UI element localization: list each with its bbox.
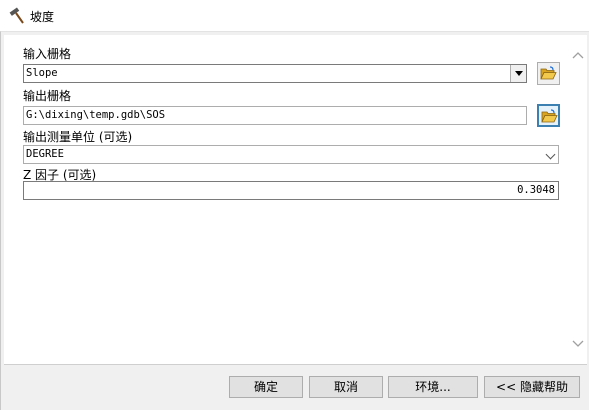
- cancel-button[interactable]: 取消: [309, 376, 383, 398]
- measurement-value: DEGREE: [26, 148, 64, 160]
- open-folder-icon: [540, 66, 557, 80]
- dialog-client: 输入栅格 Slope 输出栅格 G:\dixing\temp.gdb\SOS 输…: [0, 31, 589, 410]
- hammer-icon: [8, 7, 26, 25]
- chevron-up-icon: [572, 52, 584, 59]
- measurement-label: 输出测量单位 (可选): [23, 130, 133, 144]
- measurement-select[interactable]: DEGREE: [23, 145, 559, 164]
- chevron-down-icon: [545, 149, 556, 160]
- input-raster-value: Slope: [26, 67, 58, 79]
- title-bar: 坡度: [0, 0, 589, 31]
- hide-help-button[interactable]: << 隐藏帮助: [484, 376, 580, 398]
- input-raster-label: 输入栅格: [23, 47, 72, 61]
- output-raster-browse-button[interactable]: [537, 104, 560, 127]
- ok-button[interactable]: 确定: [229, 376, 303, 398]
- output-raster-input[interactable]: G:\dixing\temp.gdb\SOS: [23, 106, 527, 125]
- input-raster-combo[interactable]: Slope: [23, 64, 527, 83]
- output-raster-label: 输出栅格: [23, 89, 72, 103]
- input-raster-dropdown-button[interactable]: [510, 65, 526, 82]
- window-title: 坡度: [30, 10, 55, 24]
- open-folder-icon: [541, 109, 558, 123]
- parameters-panel: 输入栅格 Slope 输出栅格 G:\dixing\temp.gdb\SOS 输…: [4, 35, 587, 365]
- zfactor-value: 0.3048: [517, 184, 555, 196]
- chevron-down-icon: [572, 340, 584, 347]
- output-raster-value: G:\dixing\temp.gdb\SOS: [26, 109, 166, 121]
- zfactor-input[interactable]: 0.3048: [23, 181, 559, 200]
- input-raster-browse-button[interactable]: [537, 62, 560, 85]
- scroll-down-button[interactable]: [571, 338, 585, 348]
- scroll-up-button[interactable]: [571, 49, 585, 59]
- environments-button[interactable]: 环境...: [388, 376, 478, 398]
